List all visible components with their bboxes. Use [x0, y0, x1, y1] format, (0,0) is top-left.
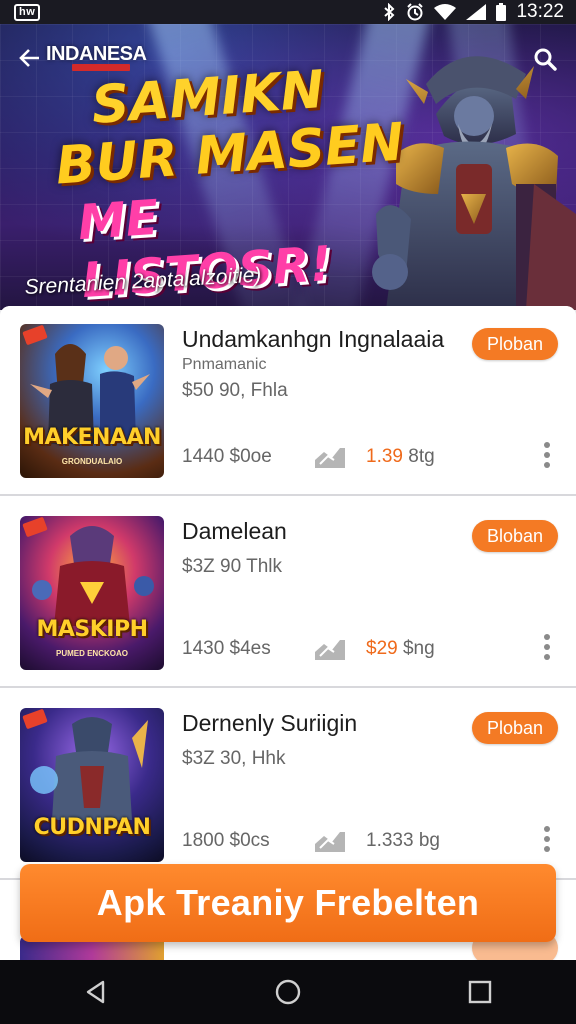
more-dot-icon	[544, 644, 550, 650]
thumbnail-title: MAKENAAN	[23, 425, 161, 450]
app-thumbnail[interactable]: CUDNPAN	[20, 708, 164, 862]
app-thumbnail[interactable]: MAKENAAN GRONDUALAIO	[20, 324, 164, 478]
back-button[interactable]	[16, 44, 44, 72]
hero-banner: INDANESA SAMIKN BUR MASEN ME LISTOSR! Sr…	[0, 24, 576, 310]
item-size: 1800 $0cs	[182, 830, 270, 851]
more-dot-icon	[544, 654, 550, 660]
status-bar: hw 13:22	[0, 0, 576, 24]
more-options-button[interactable]	[540, 634, 554, 660]
back-arrow-icon	[19, 49, 39, 67]
item-title[interactable]: Undamkanhgn Ingnalaaia	[182, 326, 444, 353]
app-thumbnail[interactable]: MASKIPH PUMED ENCKOAO	[20, 516, 164, 670]
apk-download-cta-button[interactable]: Apk Treaniy Frebelten	[20, 864, 556, 942]
install-button[interactable]: Ploban	[472, 328, 558, 360]
rating-unit: bg	[418, 830, 440, 851]
list-item[interactable]: CUDNPAN Dernenly Suriigin $3Z 30, Hhk 18…	[0, 690, 576, 880]
more-options-button[interactable]	[540, 442, 554, 468]
alarm-icon	[406, 3, 424, 21]
thumbnail-characters-art	[32, 526, 154, 626]
brand-logo[interactable]: INDANESA	[46, 43, 147, 71]
download-icon	[315, 832, 345, 852]
nav-back-button[interactable]	[66, 967, 126, 1017]
nav-recents-button[interactable]	[450, 967, 510, 1017]
more-dot-icon	[544, 462, 550, 468]
item-title[interactable]: Dernenly Suriigin	[182, 710, 357, 737]
item-size: 1440 $0oe	[182, 446, 272, 467]
download-icon	[315, 640, 345, 660]
rating-value: 1.333	[366, 830, 414, 851]
item-rating: 1.333 bg	[366, 830, 440, 852]
item-price: $3Z 90 Thlk	[182, 556, 282, 577]
thumbnail-title: CUDNPAN	[33, 815, 151, 840]
rating-value: $29	[366, 638, 398, 659]
brand-underline	[72, 64, 130, 71]
nav-home-icon	[275, 979, 301, 1005]
signal-icon	[466, 4, 487, 20]
rating-unit: 8tg	[408, 446, 435, 467]
list-item[interactable]: MAKENAAN GRONDUALAIO Undamkanhgn Ingnala…	[0, 306, 576, 496]
thumbnail-subtitle: PUMED ENCKOAO	[55, 649, 128, 658]
thumbnail-subtitle: GRONDUALAIO	[61, 457, 123, 466]
item-rating: 1.39 8tg	[366, 446, 435, 468]
more-dot-icon	[544, 836, 550, 842]
item-title[interactable]: Damelean	[182, 518, 287, 545]
rating-value: 1.39	[366, 446, 403, 467]
thumbnail-characters-art	[30, 344, 150, 444]
more-dot-icon	[544, 442, 550, 448]
more-options-button[interactable]	[540, 826, 554, 852]
item-subtitle: Pnmamanic	[182, 356, 267, 373]
install-button[interactable]: Ploban	[472, 712, 558, 744]
nav-home-button[interactable]	[258, 967, 318, 1017]
more-dot-icon	[544, 826, 550, 832]
item-price: $50 90, Fhla	[182, 380, 288, 401]
carrier-badge: hw	[14, 3, 41, 21]
more-dot-icon	[544, 634, 550, 640]
battery-icon	[496, 3, 507, 21]
list-item[interactable]: MASKIPH PUMED ENCKOAO Damelean $3Z 90 Th…	[0, 498, 576, 688]
nav-back-icon	[86, 980, 105, 1004]
brand-name: INDANESA	[46, 43, 147, 65]
item-price: $3Z 30, Hhk	[182, 748, 286, 769]
more-dot-icon	[544, 846, 550, 852]
rating-unit: $ng	[402, 638, 435, 659]
install-button[interactable]: Bloban	[472, 520, 558, 552]
nav-recents-icon	[468, 980, 492, 1004]
bluetooth-icon	[382, 3, 396, 21]
more-dot-icon	[544, 452, 550, 458]
thumbnail-title: MASKIPH	[36, 617, 148, 642]
wifi-icon	[434, 4, 457, 20]
status-time: 13:22	[516, 1, 564, 22]
item-size: 1430 $4es	[182, 638, 271, 659]
system-nav-bar	[0, 960, 576, 1024]
download-icon	[315, 448, 345, 468]
item-rating: $29 $ng	[366, 638, 435, 660]
